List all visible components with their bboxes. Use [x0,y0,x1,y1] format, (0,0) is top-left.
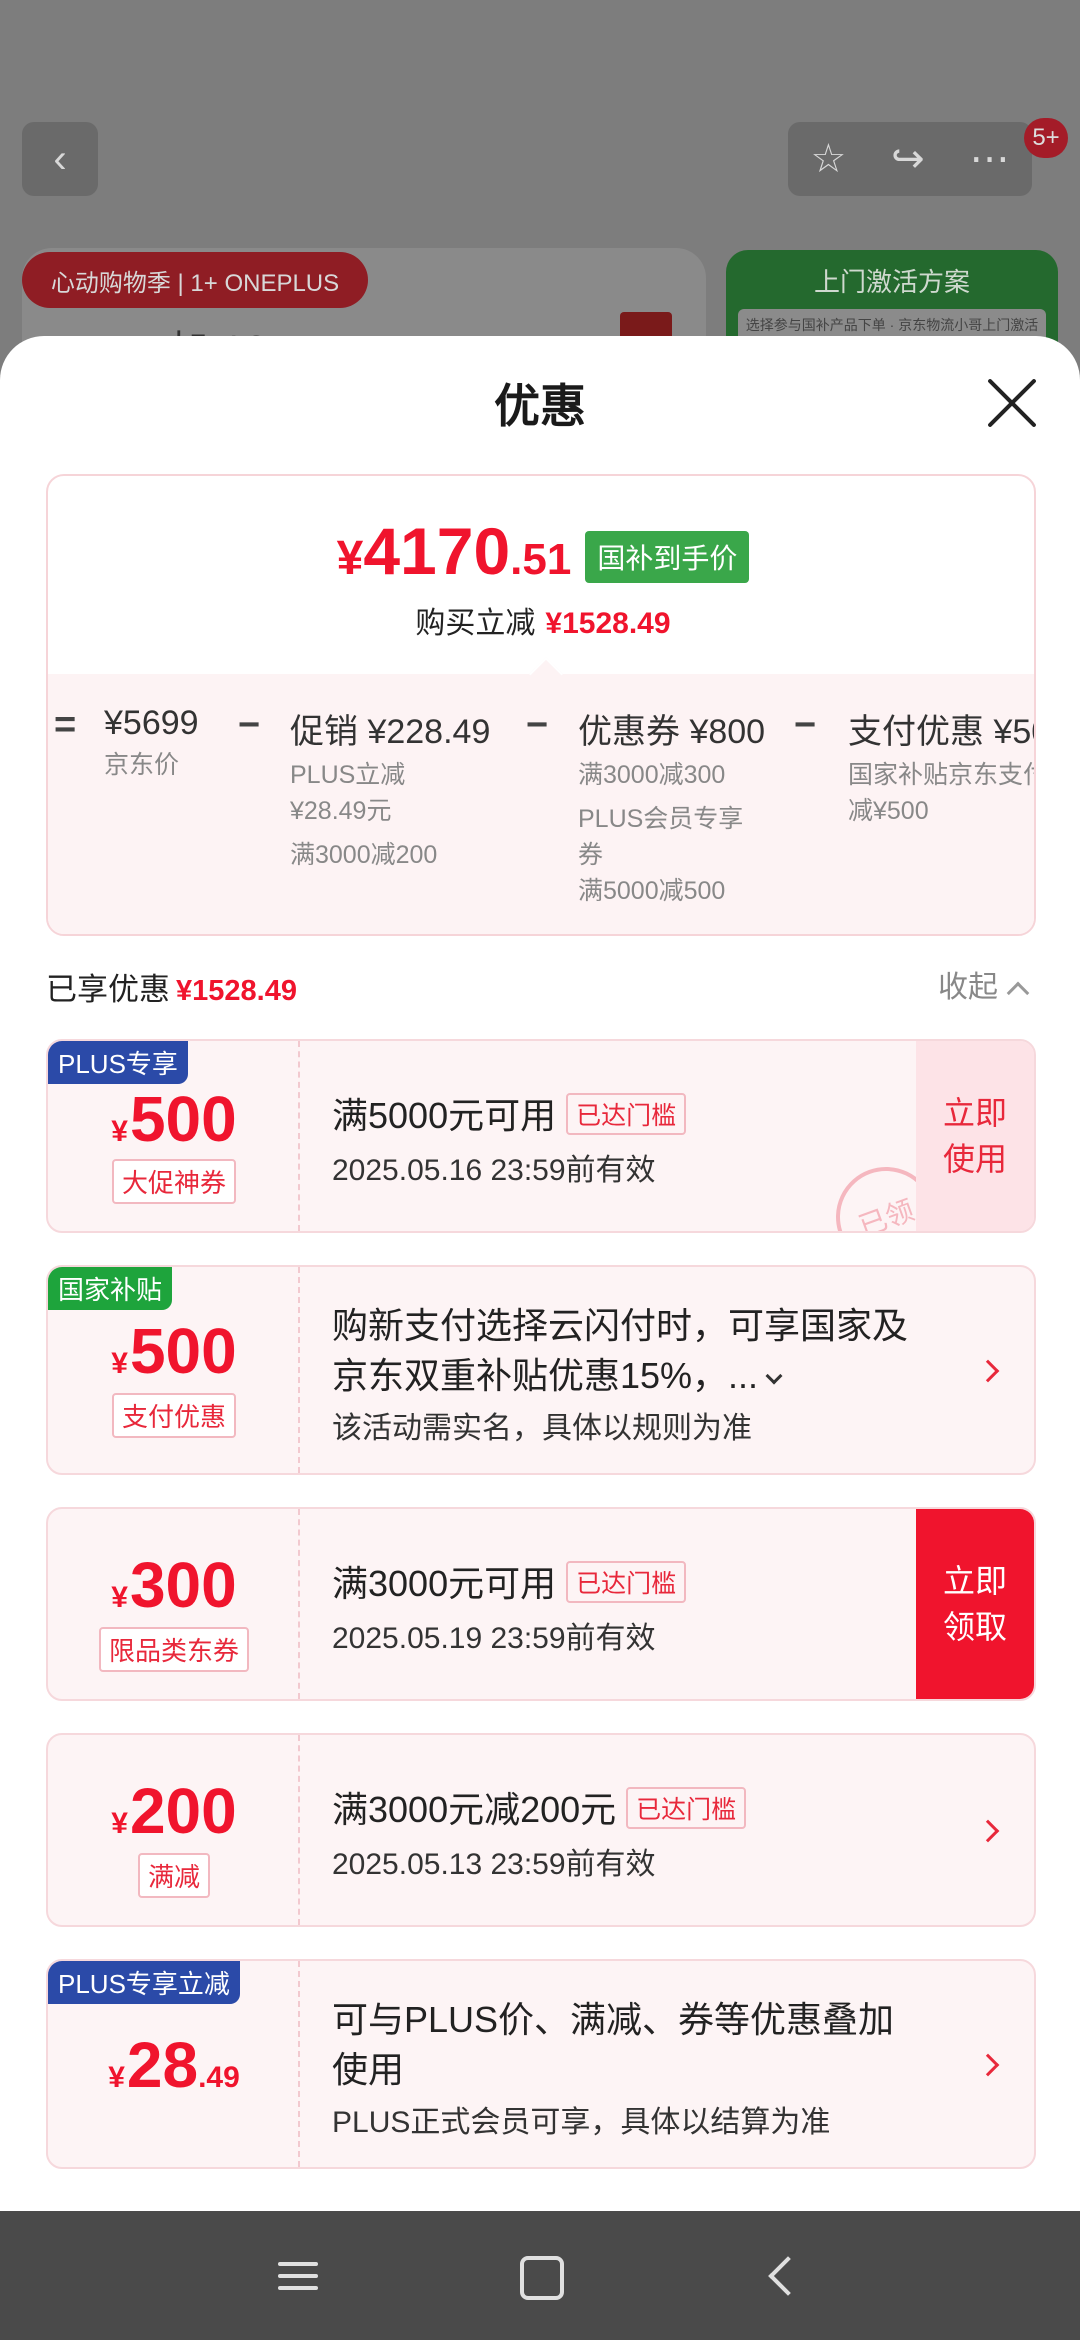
discount-sheet: 优惠 ¥4170.51 国补到手价 购买立减 ¥1528.49 = ¥5699 京… [0,336,1080,2211]
coupon-amount: ¥500 [111,1083,237,1155]
breakdown-item: 支付优惠 ¥500 国家补贴京东支付 减¥500 [848,713,1036,825]
chevron-left-icon: ‹ [53,136,67,181]
reduce-row: 购买立减 ¥1528.49 [48,598,1034,642]
enjoyed-value: ¥1528.49 [176,975,297,1007]
top-actions: ☆ ↪ ⋯ [788,122,1032,196]
coupon-card[interactable]: PLUS专享 ¥500 大促神券 满5000元可用 已达门槛 2025.05.16… [46,1039,1036,1233]
chevron-right-icon[interactable] [976,1819,1000,1843]
chevron-right-icon[interactable] [976,1359,1000,1383]
price-summary: ¥4170.51 国补到手价 购买立减 ¥1528.49 = ¥5699 京东价 … [46,474,1036,936]
coupon-condition: 满3000元可用 已达门槛 [332,1555,687,1607]
coupon-description-line1: 可与PLUS价、满减、券等优惠叠加 [332,1999,895,2040]
menu-icon[interactable] [270,2246,330,2306]
final-price: ¥4170.51 [336,514,572,588]
coupon-note: PLUS正式会员可享，具体以结算为准 [332,2106,831,2139]
share-icon[interactable]: ↪ [891,136,925,182]
minus-sign: − [526,704,549,746]
screen: { "background": { "badge": "5+", "promo_… [0,0,1080,2340]
use-now-button[interactable]: 立即 使用 [916,1041,1034,1231]
star-icon[interactable]: ☆ [810,136,846,182]
reached-tag: 已达门槛 [566,1561,687,1603]
chevron-down-icon [765,1367,783,1385]
back-button[interactable]: ‹ [22,122,98,196]
coupon-type: 满减 [48,1853,300,1898]
reached-tag: 已达门槛 [626,1787,747,1829]
coupon-condition: 满5000元可用 已达门槛 [332,1087,687,1139]
notification-badge: 5+ [1024,118,1068,158]
breakdown-item: 优惠券 ¥800 满3000减300 PLUS会员专享 券 满5000减500 [578,713,766,905]
equals-sign: = [54,704,77,746]
more-icon[interactable]: ⋯ [970,136,1010,182]
coupon-validity: 2025.05.19 23:59前有效 [332,1622,656,1655]
minus-sign: − [794,704,817,746]
minus-sign: − [238,704,261,746]
close-icon[interactable] [984,376,1038,430]
chevron-up-icon [1006,981,1030,1005]
reached-tag: 已达门槛 [566,1093,687,1135]
breakdown-item: 促销 ¥228.49 PLUS立减 ¥28.49元 满3000减200 [290,713,491,869]
plus-instant-discount-tag: PLUS专享立减 [48,1961,240,2004]
system-nav-bar [0,2211,1080,2340]
enjoyed-discount: 已享优惠 ¥1528.49 [46,972,297,1007]
collapse-toggle[interactable]: 收起 [938,962,1030,1006]
price-breakdown[interactable]: = ¥5699 京东价 − 促销 ¥228.49 PLUS立减 ¥28.49元 … [48,704,1036,934]
back-icon[interactable] [750,2246,810,2306]
coupon-description-line2: 使用 [332,2049,405,2090]
final-price-row: ¥4170.51 国补到手价 [48,514,1034,593]
breakdown-item: ¥5699 京东价 [104,704,199,779]
coupon-type: 限品类东券 [48,1627,300,1672]
claim-now-button[interactable]: 立即 领取 [916,1509,1034,1699]
reduce-value: ¥1528.49 [545,607,671,640]
home-icon[interactable] [510,2246,570,2306]
national-subsidy-tag: 国家补贴 [48,1267,173,1310]
coupon-amount: ¥200 [111,1775,237,1847]
chevron-right-icon[interactable] [976,2053,1000,2077]
coupon-note: 该活动需实名，具体以规则为准 [332,1412,752,1445]
subsidy-price-tag: 国补到手价 [585,531,750,583]
coupon-amount: ¥500 [111,1315,237,1387]
coupon-card[interactable]: 国家补贴 ¥500 支付优惠 购新支付选择云闪付时，可享国家及 京东双重补贴优惠… [46,1265,1036,1475]
coupon-validity: 2025.05.13 23:59前有效 [332,1848,656,1881]
coupon-card[interactable]: ¥300 限品类东券 满3000元可用 已达门槛 2025.05.19 23:59… [46,1507,1036,1701]
coupon-type: 支付优惠 [48,1393,300,1438]
coupon-validity: 2025.05.16 23:59前有效 [332,1154,656,1187]
coupon-type: 大促神券 [48,1159,300,1204]
coupon-amount: ¥300 [111,1549,237,1621]
sheet-title: 优惠 [494,380,586,432]
plus-exclusive-tag: PLUS专享 [48,1041,188,1084]
install-card-title: 上门激活方案 [813,267,970,297]
coupon-card[interactable]: PLUS专享立减 ¥28.49 可与PLUS价、满减、券等优惠叠加 使用 PLU… [46,1959,1036,2169]
coupon-description-line2[interactable]: 京东双重补贴优惠15%，... [332,1347,783,1399]
coupon-description-line1: 购新支付选择云闪付时，可享国家及 [332,1305,909,1346]
promo-pill: 心动购物季 | 1+ ONEPLUS [22,252,368,308]
coupon-card[interactable]: ¥200 满减 满3000元减200元 已达门槛 2025.05.13 23:59… [46,1733,1036,1927]
coupon-amount: ¥28.49 [108,2029,240,2101]
coupon-condition: 满3000元减200元 已达门槛 [332,1781,747,1833]
reduce-label: 购买立减 [415,607,536,640]
